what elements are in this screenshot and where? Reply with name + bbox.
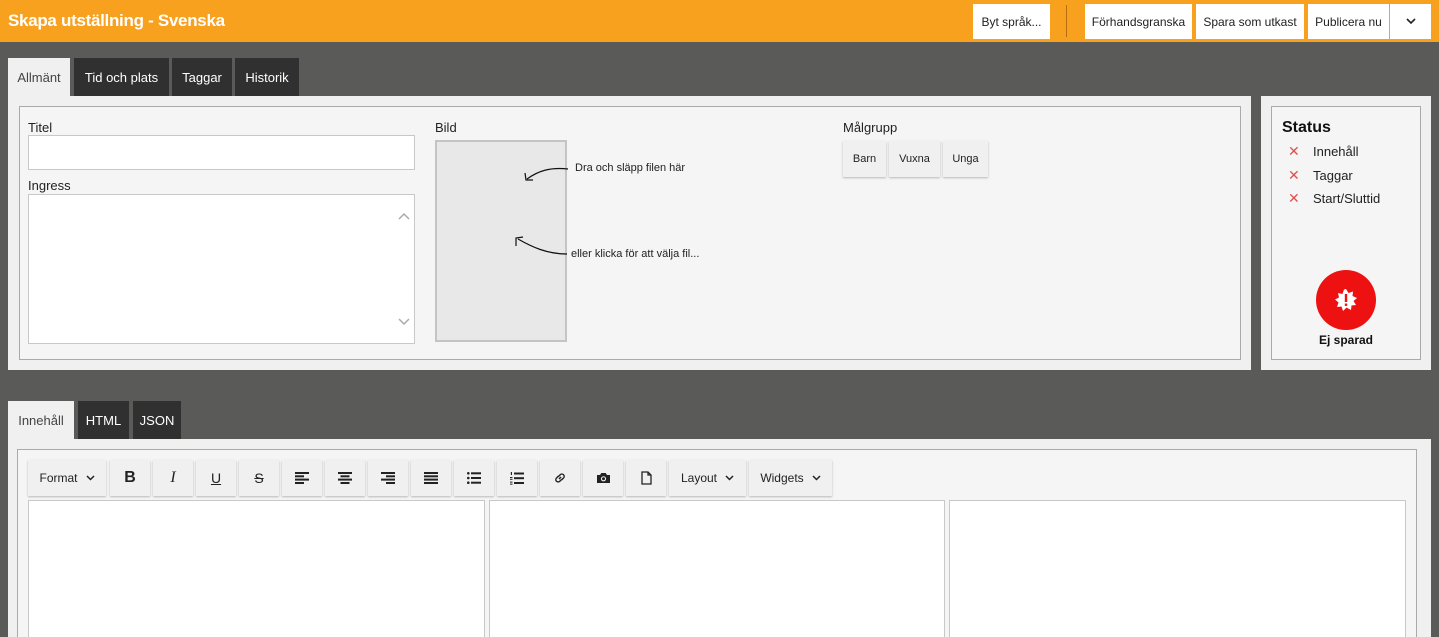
header-divider — [1066, 5, 1067, 37]
status-item-time: ✕ Start/Sluttid — [1288, 190, 1380, 207]
unsaved-badge — [1316, 270, 1376, 330]
page-title: Skapa utställning - Svenska — [8, 11, 225, 30]
justify-button[interactable] — [411, 460, 451, 496]
publish-button[interactable]: Publicera nu — [1308, 4, 1389, 39]
numbered-list-icon — [510, 471, 524, 485]
status-title: Status — [1282, 119, 1331, 136]
status-item-label: Innehåll — [1313, 144, 1359, 159]
bullet-list-button[interactable] — [454, 460, 494, 496]
chevron-down-icon — [85, 475, 95, 481]
align-right-button[interactable] — [368, 460, 408, 496]
tab-general[interactable]: Allmänt — [8, 58, 70, 96]
preview-button[interactable]: Förhandsgranska — [1085, 4, 1192, 39]
title-label: Titel — [28, 120, 53, 135]
tab-json[interactable]: JSON — [133, 401, 181, 439]
link-button[interactable] — [540, 460, 580, 496]
scroll-up-icon[interactable] — [398, 212, 410, 220]
title-input[interactable] — [28, 135, 415, 170]
image-label: Bild — [435, 120, 457, 135]
editor-column-3[interactable] — [949, 500, 1406, 637]
camera-icon — [596, 473, 610, 483]
tab-html[interactable]: HTML — [78, 401, 129, 439]
audience-adults-button[interactable]: Vuxna — [889, 141, 940, 177]
top-bar: Skapa utställning - Svenska Byt språk...… — [0, 0, 1439, 42]
insert-file-button[interactable] — [626, 460, 666, 496]
tab-history[interactable]: Historik — [235, 58, 299, 96]
status-item-content: ✕ Innehåll — [1288, 143, 1359, 160]
cross-icon: ✕ — [1288, 143, 1300, 159]
align-right-icon — [381, 472, 395, 484]
numbered-list-button[interactable] — [497, 460, 537, 496]
format-label: Format — [39, 471, 78, 485]
editor-column-2[interactable] — [489, 500, 945, 637]
underline-button[interactable]: U — [196, 460, 236, 496]
cross-icon: ✕ — [1288, 190, 1300, 206]
chevron-down-icon — [725, 475, 734, 481]
audience-label: Målgrupp — [843, 120, 898, 135]
ingress-label: Ingress — [28, 178, 71, 193]
layout-dropdown[interactable]: Layout — [669, 460, 746, 496]
status-item-label: Start/Sluttid — [1313, 191, 1381, 206]
tab-tags[interactable]: Taggar — [172, 58, 232, 96]
ingress-textarea[interactable] — [28, 194, 415, 344]
layout-label: Layout — [680, 471, 718, 485]
tab-content[interactable]: Innehåll — [8, 401, 74, 439]
link-icon — [555, 473, 565, 483]
bullet-list-icon — [467, 472, 481, 484]
align-left-button[interactable] — [282, 460, 322, 496]
alert-icon — [1335, 289, 1357, 311]
cross-icon: ✕ — [1288, 167, 1300, 183]
widgets-dropdown[interactable]: Widgets — [749, 460, 832, 496]
status-item-tags: ✕ Taggar — [1288, 167, 1353, 184]
strikethrough-button[interactable]: S — [239, 460, 279, 496]
unsaved-label: Ej sparad — [1318, 333, 1374, 347]
dropzone-click-text: eller klicka för att välja fil... — [571, 248, 700, 260]
save-draft-button[interactable]: Spara som utkast — [1196, 4, 1304, 39]
dropzone-drag-text: Dra och släpp filen här — [575, 162, 686, 174]
align-center-button[interactable] — [325, 460, 365, 496]
chevron-down-icon — [1405, 18, 1416, 25]
bold-button[interactable]: B — [110, 460, 150, 496]
publish-options-button[interactable] — [1390, 4, 1431, 39]
audience-youth-button[interactable]: Unga — [943, 141, 988, 177]
file-icon — [640, 471, 652, 485]
format-dropdown[interactable]: Format — [28, 460, 106, 496]
arrow-icon — [515, 236, 568, 255]
align-center-icon — [338, 472, 352, 484]
tab-time-place[interactable]: Tid och plats — [74, 58, 169, 96]
align-justify-icon — [424, 472, 438, 484]
italic-button[interactable]: I — [153, 460, 193, 496]
editor-column-1[interactable] — [28, 500, 485, 637]
scroll-down-icon[interactable] — [398, 318, 410, 326]
insert-image-button[interactable] — [583, 460, 623, 496]
align-left-icon — [295, 472, 309, 484]
arrow-icon — [524, 167, 569, 181]
widgets-label: Widgets — [760, 471, 804, 485]
audience-children-button[interactable]: Barn — [843, 141, 886, 177]
chevron-down-icon — [812, 475, 821, 481]
status-item-label: Taggar — [1313, 168, 1353, 183]
change-language-button[interactable]: Byt språk... — [973, 4, 1050, 39]
